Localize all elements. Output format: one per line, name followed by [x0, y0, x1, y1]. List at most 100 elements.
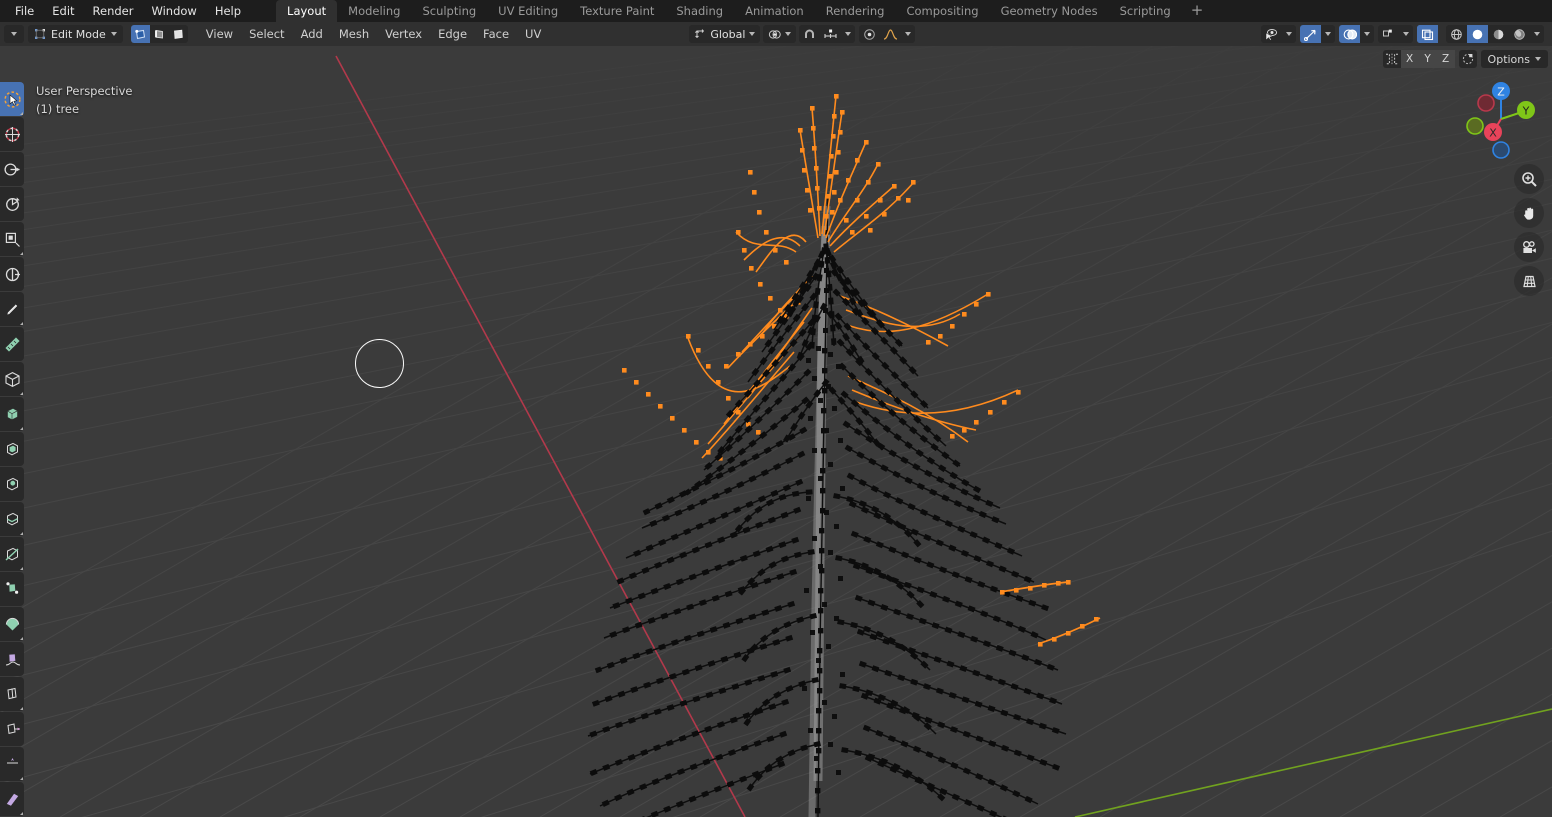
visibility-dropdown[interactable] — [1282, 25, 1296, 43]
workspace-tab-texture-paint[interactable]: Texture Paint — [569, 0, 665, 22]
gizmo-axis-neg-x[interactable] — [1492, 141, 1510, 159]
material-preview-shading-button[interactable] — [1488, 25, 1509, 43]
visibility-group — [1261, 25, 1296, 43]
menu-render[interactable]: Render — [84, 0, 143, 22]
zoom-view-button[interactable] — [1514, 164, 1544, 194]
snap-project-individual-button[interactable] — [1459, 50, 1477, 68]
menu-help[interactable]: Help — [206, 0, 250, 22]
xray-dropdown[interactable] — [1399, 25, 1413, 43]
material-preview-icon — [1493, 29, 1504, 39]
header-menu-view[interactable]: View — [198, 22, 241, 46]
workspace-tab-rendering[interactable]: Rendering — [815, 0, 896, 22]
tool-rip-region[interactable] — [0, 782, 24, 816]
gizmo-dropdown[interactable] — [1321, 25, 1335, 43]
tool-expand-corner-icon — [19, 251, 23, 255]
object-visibility-button[interactable] — [1261, 25, 1282, 43]
tool-measure[interactable] — [0, 327, 24, 361]
shading-modes-group — [1446, 25, 1544, 43]
header-menu-uv[interactable]: UV — [517, 22, 549, 46]
mode-selector[interactable]: Edit Mode — [28, 25, 123, 43]
tool-rotate[interactable] — [0, 187, 24, 221]
workspace-tab-sculpting[interactable]: Sculpting — [411, 0, 487, 22]
tool-expand-corner-icon — [19, 706, 23, 710]
menu-window[interactable]: Window — [142, 0, 205, 22]
pivot-point-selector[interactable] — [763, 25, 797, 43]
transform-orientation-selector[interactable]: Global — [689, 25, 761, 43]
tool-spin[interactable] — [0, 607, 24, 641]
header-menu-add[interactable]: Add — [293, 22, 331, 46]
proportional-falloff-dropdown[interactable] — [901, 25, 915, 43]
shading-dropdown[interactable] — [1530, 25, 1544, 43]
tool-transform[interactable] — [0, 257, 24, 291]
tool-cursor[interactable] — [0, 117, 24, 151]
workspace-tab-geometry-nodes[interactable]: Geometry Nodes — [990, 0, 1109, 22]
xray-toggle-button[interactable] — [1378, 25, 1399, 43]
edge-select-mode-button[interactable] — [149, 25, 169, 43]
3d-viewport[interactable]: User Perspective (1) tree X Y Z Options … — [0, 46, 1552, 817]
tool-edge-slide[interactable] — [0, 677, 24, 711]
gizmo-axis-neg-y[interactable] — [1466, 117, 1484, 135]
menu-edit[interactable]: Edit — [43, 0, 83, 22]
tool-shrink-fatten[interactable] — [0, 712, 24, 746]
snap-toggle-button[interactable] — [799, 25, 820, 43]
tool-move[interactable] — [0, 152, 24, 186]
gizmo-axis-neg-z[interactable] — [1477, 94, 1495, 112]
gizmo-toggle-button[interactable] — [1300, 25, 1321, 43]
workspace-tab-modeling[interactable]: Modeling — [337, 0, 411, 22]
overlays-toggle-button[interactable] — [1339, 25, 1360, 43]
loop-cut-icon — [6, 512, 18, 525]
rendered-shading-button[interactable] — [1509, 25, 1530, 43]
tool-add-cube[interactable] — [0, 362, 24, 396]
editor-type-selector[interactable] — [4, 25, 24, 43]
add-workspace-button[interactable]: + — [1182, 0, 1213, 22]
mirror-axis-y-button[interactable]: Y — [1418, 50, 1437, 68]
snap-to-selector[interactable] — [820, 25, 841, 43]
proportional-falloff-selector[interactable] — [880, 25, 901, 43]
wireframe-shading-button[interactable] — [1446, 25, 1467, 43]
workspace-tab-shading[interactable]: Shading — [665, 0, 734, 22]
options-dropdown-button[interactable]: Options — [1480, 50, 1548, 68]
vertex-select-mode-button[interactable] — [130, 25, 150, 43]
tree-mesh-wireframe[interactable] — [0, 46, 1552, 817]
tool-annotate[interactable] — [0, 292, 24, 326]
header-menu-select[interactable]: Select — [241, 22, 292, 46]
toggle-xray-icon — [1421, 29, 1434, 40]
tool-loop-cut[interactable] — [0, 502, 24, 536]
tool-extrude-region[interactable] — [0, 397, 24, 431]
transform-orientation-label: Global — [710, 27, 746, 41]
menu-file[interactable]: File — [6, 0, 43, 22]
header-menu-edge[interactable]: Edge — [430, 22, 475, 46]
annotate-pencil-icon — [6, 303, 18, 315]
workspace-tab-animation[interactable]: Animation — [734, 0, 815, 22]
overlays-dropdown[interactable] — [1360, 25, 1374, 43]
tool-shear[interactable] — [0, 747, 24, 781]
solid-shading-button[interactable] — [1467, 25, 1488, 43]
header-menu-mesh[interactable]: Mesh — [331, 22, 377, 46]
toggle-xray-button[interactable] — [1417, 25, 1438, 43]
tool-scale[interactable] — [0, 222, 24, 256]
camera-view-button[interactable] — [1514, 232, 1544, 262]
toggle-perspective-button[interactable] — [1514, 266, 1544, 296]
move-view-button[interactable] — [1514, 198, 1544, 228]
tool-inset-faces[interactable] — [0, 432, 24, 466]
mirror-icon[interactable] — [1383, 50, 1401, 68]
face-select-mode-button[interactable] — [168, 25, 188, 43]
workspace-tab-uv-editing[interactable]: UV Editing — [487, 0, 569, 22]
navigation-gizmo[interactable]: Z Y X — [1458, 76, 1544, 162]
mirror-axis-x-button[interactable]: X — [1400, 50, 1419, 68]
snap-dropdown-button[interactable] — [841, 25, 855, 43]
tool-smooth[interactable] — [0, 642, 24, 676]
header-menu-face[interactable]: Face — [475, 22, 517, 46]
workspace-tab-compositing[interactable]: Compositing — [895, 0, 989, 22]
header-menu-vertex[interactable]: Vertex — [377, 22, 430, 46]
workspace-tab-scripting[interactable]: Scripting — [1109, 0, 1182, 22]
tool-bevel[interactable] — [0, 467, 24, 501]
workspace-tab-layout[interactable]: Layout — [276, 0, 338, 22]
gizmo-axis-x-label: X — [1489, 127, 1497, 140]
proportional-editing-toggle[interactable] — [859, 25, 880, 43]
tool-tweak[interactable] — [0, 82, 24, 116]
tool-poly-build[interactable] — [0, 572, 24, 606]
chevron-down-icon — [110, 32, 117, 36]
mirror-axis-z-button[interactable]: Z — [1436, 50, 1455, 68]
tool-knife[interactable] — [0, 537, 24, 571]
